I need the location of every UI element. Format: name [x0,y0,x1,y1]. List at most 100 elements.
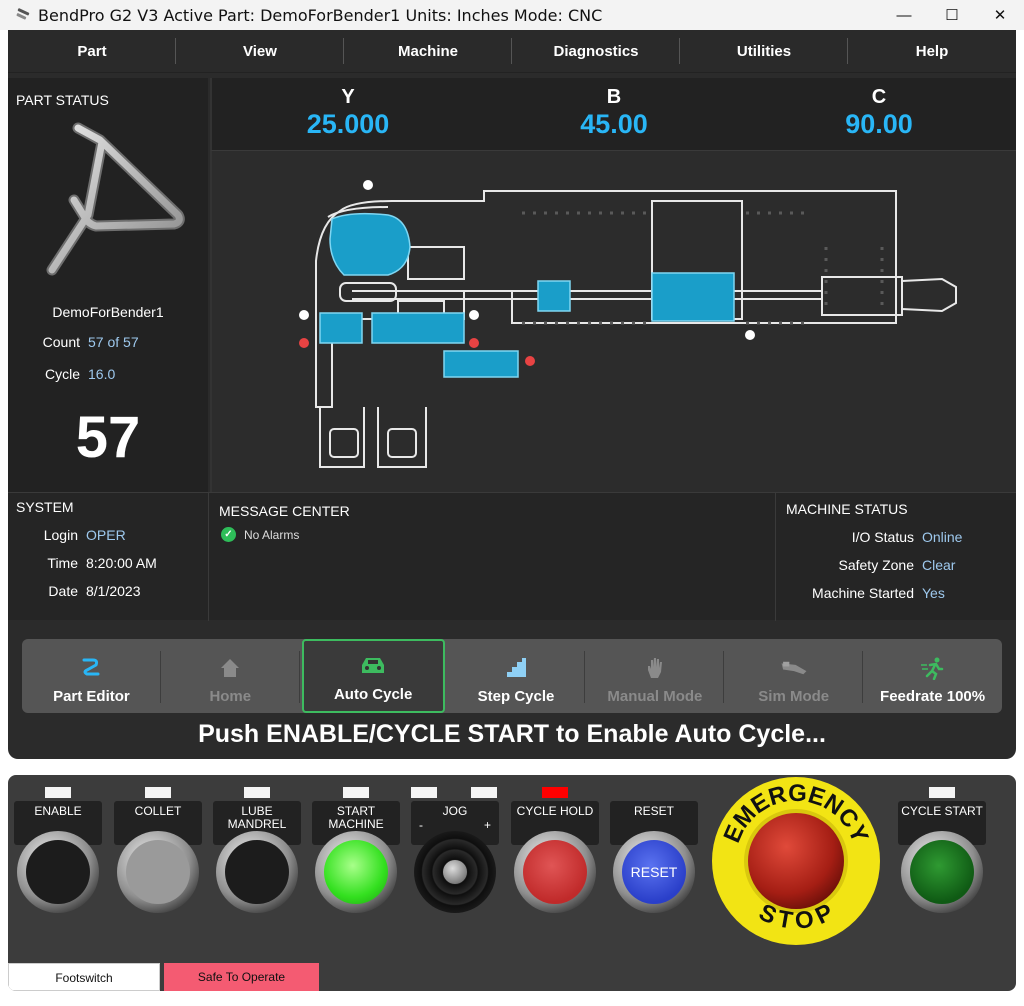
cycle-hold-knob[interactable] [514,831,596,913]
info-row: SYSTEM Login OPER Time 8:20:00 AM Date 8/1/… [8,492,1016,621]
date-row: Date 8/1/2023 [8,583,141,599]
step-cycle-label: Step Cycle [477,688,555,705]
axis-readouts: Y 25.000 B 45.00 C 90.00 [210,78,1016,150]
message-center: MESSAGE CENTER ✓ No Alarms [208,493,776,621]
sim-mode-button[interactable]: Sim Mode [724,639,864,713]
cycle-start-button[interactable]: CYCLE START [898,787,986,921]
part-status-title: PART STATUS [16,92,109,108]
login-label: Login [43,527,78,543]
count-label: Count [42,334,80,350]
part-preview-image [46,122,185,276]
part-editor-label: Part Editor [53,688,130,705]
system-title: SYSTEM [16,499,74,515]
machine-diagram [210,150,1016,492]
collet-knob[interactable] [117,831,199,913]
menu-help[interactable]: Help [848,30,1016,72]
part-status-panel: PART STATUS DemoForBender1 Count 57 of 57… [8,78,208,492]
machine-started-label: Machine Started [812,585,914,601]
cycle-start-lamp [929,787,955,798]
reset-button[interactable]: RESET RESET [610,801,698,921]
axis-b: B 45.00 [514,86,714,140]
menu-part[interactable]: Part [8,30,176,72]
login-value: OPER [86,527,126,543]
home-icon [216,654,244,682]
footswitch-status[interactable]: Footswitch [8,963,160,991]
cycle-value: 16.0 [88,366,116,382]
start-machine-button[interactable]: START MACHINE [312,787,400,921]
lube-mandrel-button[interactable]: LUBE MANDREL [213,787,301,921]
maximize-button[interactable]: ☐ [928,0,976,30]
auto-cycle-label: Auto Cycle [333,686,413,703]
menu-bar: Part View Machine Diagnostics Utilities … [8,30,1016,73]
runner-icon [919,654,947,682]
stairs-icon [502,654,530,682]
enable-lamp [45,787,71,798]
menu-machine[interactable]: Machine [344,30,512,72]
part-editor-icon [77,654,105,682]
date-label: Date [48,583,78,599]
collet-button[interactable]: COLLET [114,787,202,921]
safety-zone-value: Clear [922,557,956,573]
io-status-row: I/O Status Online [776,529,963,545]
time-label: Time [47,555,78,571]
safety-zone-label: Safety Zone [838,557,915,573]
jog-label: JOG [442,804,468,818]
io-status-value: Online [922,529,963,545]
home-button[interactable]: Home [161,639,300,713]
app-icon [16,8,30,20]
alarm-message: ✓ No Alarms [221,527,299,542]
axis-c-value: 90.00 [845,109,913,139]
cycle-label: Cycle [44,366,80,382]
io-status-label: I/O Status [851,529,914,545]
start-machine-knob[interactable] [315,831,397,913]
machine-started-value: Yes [922,585,945,601]
reset-cap-label: RESET [630,864,678,880]
part-editor-button[interactable]: Part Editor [22,639,161,713]
emergency-stop-button[interactable]: EMERGENCY STOP [710,775,882,947]
collet-lamp [145,787,171,798]
menu-utilities[interactable]: Utilities [680,30,848,72]
jog-control[interactable]: JOG - + [411,787,499,921]
operator-prompt: Push ENABLE/CYCLE START to Enable Auto C… [198,720,826,748]
manual-mode-button[interactable]: Manual Mode [585,639,725,713]
jog-minus-lamp [411,787,437,798]
reset-knob[interactable]: RESET [613,831,695,913]
axis-y: Y 25.000 [248,86,448,140]
lube-mandrel-knob[interactable] [216,831,298,913]
minimize-button[interactable]: — [880,0,928,30]
window-title: BendPro G2 V3 Active Part: DemoForBender… [38,5,603,25]
machine-started-row: Machine Started Yes [776,585,945,601]
close-button[interactable]: ✕ [976,0,1024,30]
feedrate-button[interactable]: Feedrate 100% [863,639,1002,713]
cycle-start-knob[interactable] [901,831,983,913]
emergency-stop-graphic: EMERGENCY STOP [712,777,880,945]
car-icon [359,652,387,680]
date-value: 8/1/2023 [86,583,141,599]
maximize-icon: ☐ [945,7,959,24]
sim-mode-label: Sim Mode [758,688,830,705]
enable-knob[interactable] [17,831,99,913]
axis-b-value: 45.00 [580,109,648,139]
menu-diagnostics[interactable]: Diagnostics [512,30,680,72]
menu-view[interactable]: View [176,30,344,72]
jog-minus-label: - [419,818,423,832]
part-name: DemoForBender1 [52,304,164,320]
axis-y-name: Y [341,86,355,108]
message-center-title: MESSAGE CENTER [219,503,350,519]
step-cycle-button[interactable]: Step Cycle [447,639,586,713]
main-window: Part View Machine Diagnostics Utilities … [8,30,1016,759]
jog-wheel[interactable] [414,831,496,913]
cycle-hold-button[interactable]: CYCLE HOLD [511,787,599,921]
count-value: 57 of 57 [88,334,139,350]
cycle-row: Cycle 16.0 [8,366,115,382]
machine-status-title: MACHINE STATUS [786,501,908,517]
login-row: Login OPER [8,527,126,543]
title-bar: BendPro G2 V3 Active Part: DemoForBender… [0,0,1024,30]
mode-toolbar: Part Editor Home Auto Cycle Step Cycle M… [22,639,1002,713]
axis-c-name: C [871,86,887,108]
machine-status-panel: MACHINE STATUS I/O Status Online Safety Z… [776,493,1016,621]
feedrate-label: Feedrate 100% [880,688,986,705]
time-value: 8:20:00 AM [86,555,157,571]
auto-cycle-button[interactable]: Auto Cycle [301,639,445,713]
enable-button[interactable]: ENABLE [14,787,102,921]
